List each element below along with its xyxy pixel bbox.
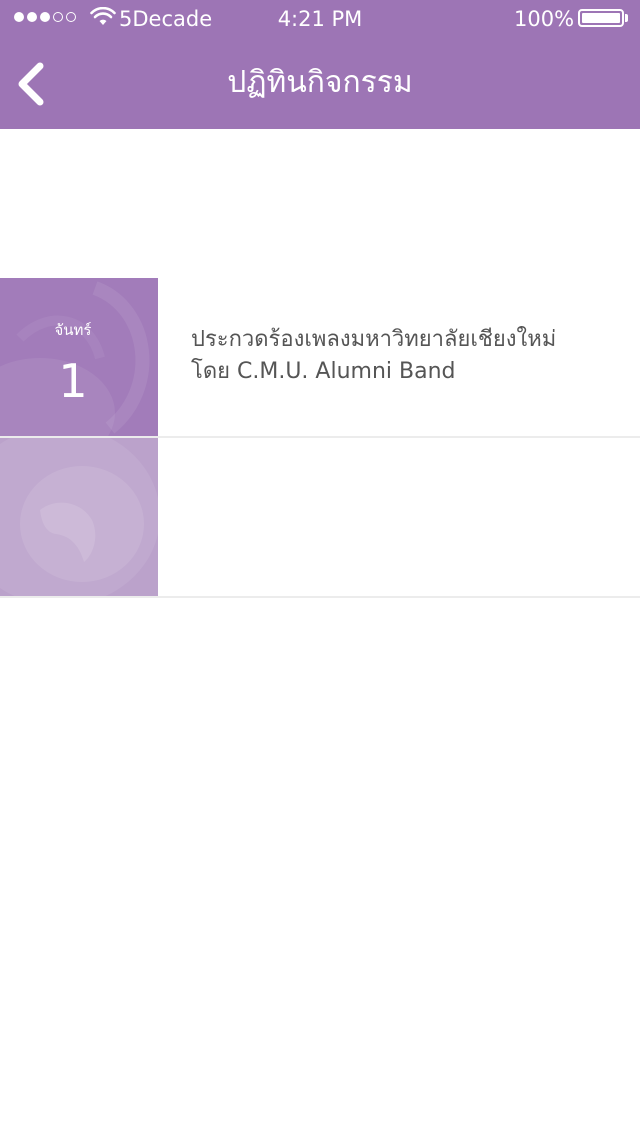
event-day-name: จันทร์ <box>54 321 92 339</box>
page-title: ปฏิทินกิจกรรม <box>227 65 413 100</box>
decorative-swirl-icon <box>0 438 158 596</box>
top-bar: 5Decade 4:21 PM 100% ปฏิทินกิจกรรม <box>0 0 640 129</box>
event-date-tile <box>0 438 158 596</box>
event-row[interactable]: จันทร์ 1 ประกวดร้องเพลงมหาวิทยาลัยเชียงใ… <box>0 278 640 438</box>
event-list: จันทร์ 1 ประกวดร้องเพลงมหาวิทยาลัยเชียงใ… <box>0 278 640 598</box>
event-title-line-2: โดย C.M.U. Alumni Band <box>191 359 456 384</box>
event-date-tile: จันทร์ 1 <box>0 278 158 436</box>
event-title-line-1: ประกวดร้องเพลงมหาวิทยาลัยเชียงใหม่ <box>191 327 557 352</box>
battery-icon <box>578 9 624 27</box>
battery-percentage: 100% <box>514 7 575 31</box>
event-title: ประกวดร้องเพลงมหาวิทยาลัยเชียงใหม่ โดย C… <box>191 324 611 388</box>
event-day-number: 1 <box>58 354 88 408</box>
event-row-empty <box>0 438 640 598</box>
status-bar: 5Decade 4:21 PM 100% <box>0 0 640 40</box>
row-divider <box>0 596 640 598</box>
